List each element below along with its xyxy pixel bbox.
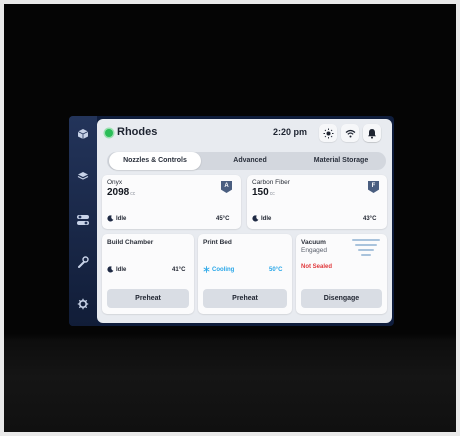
chamber-status: Idle	[107, 266, 126, 273]
moon-icon	[252, 215, 259, 222]
toggles-icon[interactable]	[75, 212, 91, 228]
snowflake-icon	[203, 266, 210, 273]
device-screen: Rhodes 2:20 pm Nozzles & Controls Advanc…	[69, 116, 394, 326]
nozzle-temp: 43°C	[363, 216, 377, 222]
header: Rhodes 2:20 pm	[97, 119, 392, 147]
status-indicator	[105, 129, 113, 137]
wifi-button[interactable]	[341, 124, 359, 142]
bed-temp: 50°C	[269, 267, 283, 273]
card-title: Print Bed	[203, 239, 232, 246]
chamber-preheat-button[interactable]: Preheat	[107, 289, 189, 308]
bed-status: Cooling	[203, 266, 234, 273]
bed-preheat-button[interactable]: Preheat	[203, 289, 287, 308]
device-bezel	[4, 340, 456, 432]
wrench-icon[interactable]	[75, 254, 91, 270]
tab-nozzles-controls[interactable]: Nozzles & Controls	[109, 152, 201, 170]
moon-icon	[107, 266, 114, 273]
brightness-button[interactable]	[319, 124, 337, 142]
notifications-button[interactable]	[363, 124, 381, 142]
moon-icon	[107, 215, 114, 222]
cube-icon[interactable]	[75, 126, 91, 142]
vacuum-seal-status: Not Sealed	[301, 264, 333, 270]
nozzle-temp: 45°C	[216, 216, 230, 222]
nozzle-card-f[interactable]: Carbon Fiber 150cc F Idle 43°C	[247, 175, 387, 229]
nozzle-volume: 2098cc	[107, 187, 136, 198]
nozzle-status: Idle	[252, 215, 271, 222]
nozzle-material: Onyx	[107, 179, 123, 186]
vacuum-card: Vacuum Engaged Not Sealed Disengage	[296, 234, 387, 314]
build-chamber-card: Build Chamber Idle 41°C Preheat	[102, 234, 194, 314]
bell-icon	[368, 128, 376, 139]
layers-icon[interactable]	[75, 168, 91, 184]
sidebar	[69, 116, 97, 326]
nozzle-card-a[interactable]: Onyx 2098cc A Idle 45°C	[102, 175, 241, 229]
tab-bar: Nozzles & Controls Advanced Material Sto…	[107, 152, 386, 170]
card-title: Vacuum	[301, 239, 326, 246]
print-bed-card: Print Bed Cooling 50°C Preheat	[198, 234, 292, 314]
nozzle-material: Carbon Fiber	[252, 179, 290, 186]
tab-material-storage[interactable]: Material Storage	[297, 152, 385, 170]
vacuum-disengage-button[interactable]: Disengage	[301, 289, 382, 308]
sun-icon	[323, 128, 333, 138]
photo-background: Rhodes 2:20 pm Nozzles & Controls Advanc…	[4, 4, 456, 432]
card-title: Build Chamber	[107, 239, 154, 246]
vacuum-state: Engaged	[301, 247, 328, 254]
nozzle-badge: F	[368, 181, 379, 193]
wifi-icon	[345, 129, 355, 137]
tab-advanced[interactable]: Advanced	[205, 152, 295, 170]
nozzle-status: Idle	[107, 215, 126, 222]
chamber-temp: 41°C	[172, 267, 186, 273]
nozzle-badge: A	[221, 181, 232, 193]
main-panel: Rhodes 2:20 pm Nozzles & Controls Advanc…	[97, 119, 392, 323]
gear-icon[interactable]	[75, 296, 91, 312]
nozzle-volume: 150cc	[252, 187, 275, 198]
clock: 2:20 pm	[273, 127, 308, 137]
printer-name: Rhodes	[117, 126, 158, 138]
